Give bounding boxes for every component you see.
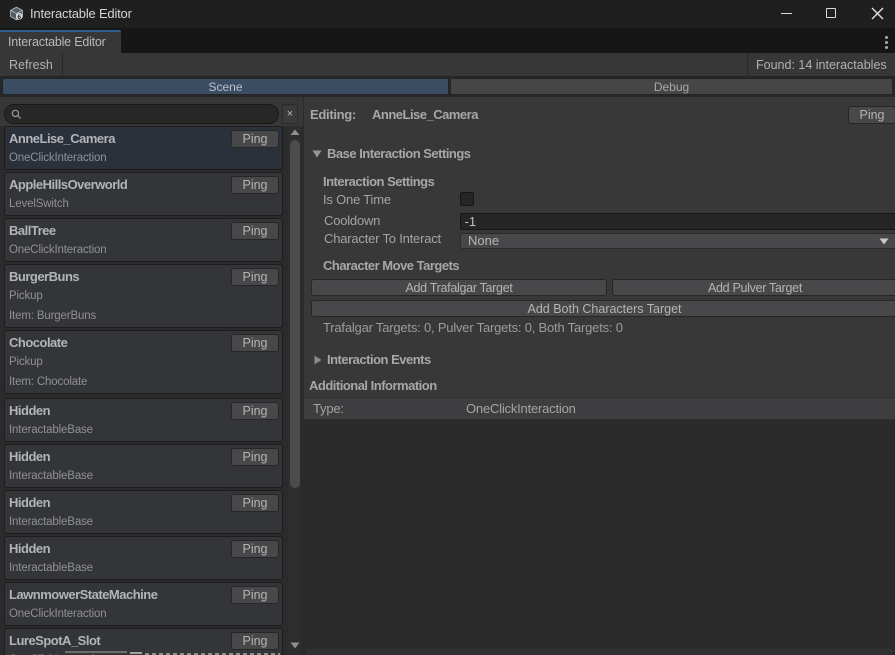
svg-text:6: 6 bbox=[17, 14, 21, 21]
